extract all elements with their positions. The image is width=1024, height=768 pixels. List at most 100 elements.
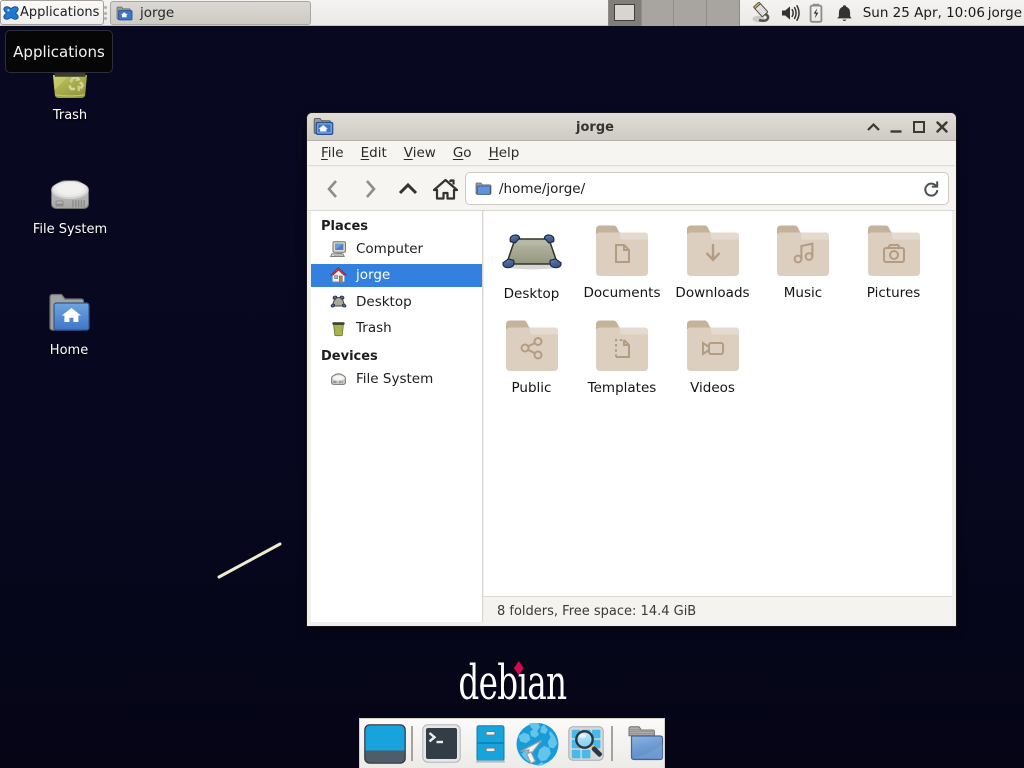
applications-menu-button[interactable]: Applications — [0, 0, 104, 25]
workspace-4[interactable] — [707, 0, 739, 26]
network-cable-tray-icon[interactable] — [751, 0, 773, 26]
file-desktop[interactable]: Desktop — [486, 222, 577, 308]
top-panel: Applications jorge — [0, 0, 1024, 26]
dock-separator — [611, 726, 613, 761]
forward-button[interactable] — [352, 171, 390, 207]
folder-icon — [866, 222, 922, 277]
volume-tray-icon[interactable] — [780, 0, 800, 26]
sidebar-item-desktop[interactable]: Desktop — [311, 289, 482, 315]
sidebar-item-label: Trash — [356, 320, 392, 336]
dock-show-desktop-button[interactable] — [364, 724, 406, 764]
file-view: Desktop Documents Downloads — [484, 211, 952, 596]
file-downloads[interactable]: Downloads — [667, 222, 758, 308]
app-finder-icon — [568, 726, 604, 761]
file-templates[interactable]: Templates — [577, 317, 668, 403]
file-documents[interactable]: Documents — [577, 222, 668, 308]
home-button[interactable] — [427, 171, 465, 207]
tasklist-handle[interactable] — [103, 6, 108, 20]
back-button[interactable] — [314, 171, 352, 207]
file-label: Public — [486, 380, 577, 396]
battery-icon — [809, 3, 823, 23]
clock[interactable]: Sun 25 Apr, 10:06 — [863, 0, 985, 26]
terminal-icon — [422, 724, 461, 763]
dock-separator — [411, 726, 413, 761]
sidebar-item-trash[interactable]: Trash — [311, 315, 482, 341]
close-button[interactable] — [931, 113, 953, 141]
taskbar-window-button[interactable]: jorge — [110, 1, 311, 25]
volume-icon — [780, 4, 800, 22]
sidebar-devices-header: Devices — [311, 341, 482, 366]
dock-web-browser-button[interactable] — [516, 722, 559, 766]
folder-icon — [685, 222, 741, 277]
dock-file-manager-button[interactable] — [476, 725, 505, 763]
sidebar-item-file-system[interactable]: File System — [311, 366, 482, 392]
file-public[interactable]: Public — [486, 317, 577, 403]
folder-icon — [594, 317, 650, 372]
location-text: /home/jorge/ — [499, 181, 585, 197]
maximize-button[interactable] — [908, 113, 930, 141]
workspace-3[interactable] — [674, 0, 707, 26]
sidebar-item-label: File System — [356, 371, 433, 387]
location-folder-icon — [475, 182, 492, 196]
file-pictures[interactable]: Pictures — [848, 222, 939, 308]
debian-wallpaper-logo: debıan — [0, 655, 1024, 711]
file-label: Templates — [577, 380, 668, 396]
folder-icon — [594, 222, 650, 277]
debian-logo-text: debıan — [458, 655, 566, 711]
file-label: Videos — [667, 380, 758, 396]
sidebar-item-label: jorge — [356, 267, 390, 283]
minimize-button[interactable] — [885, 113, 907, 141]
statusbar-text: 8 folders, Free space: 14.4 GiB — [497, 604, 696, 619]
workspace-1[interactable] — [609, 0, 642, 26]
sidebar-places-header: Places — [311, 211, 482, 236]
desktop-icon-filesystem[interactable]: File System — [15, 176, 125, 237]
bell-icon — [836, 4, 853, 23]
workspace-2[interactable] — [642, 0, 675, 26]
file-system-icon — [47, 176, 93, 213]
file-music[interactable]: Music — [758, 222, 849, 308]
panel-user-label[interactable]: jorge — [988, 0, 1022, 26]
xfce-logo-icon — [3, 5, 19, 21]
file-label: Music — [758, 285, 849, 301]
location-bar[interactable]: /home/jorge/ — [465, 172, 949, 205]
window-title: jorge — [307, 113, 883, 141]
notifications-tray-icon[interactable] — [836, 0, 853, 26]
desktop-file-icon — [501, 222, 563, 278]
reload-icon[interactable] — [921, 179, 941, 199]
tooltip-text: Applications — [13, 43, 105, 61]
desktop-icon-home[interactable]: Home — [14, 291, 124, 358]
show-desktop-icon — [364, 724, 406, 764]
sidebar-item-jorge[interactable]: jorge — [311, 262, 482, 288]
menu-help[interactable]: Help — [489, 145, 520, 161]
network-cable-icon — [751, 2, 773, 24]
shade-button[interactable] — [862, 113, 884, 141]
dock-terminal-button[interactable] — [422, 724, 461, 763]
up-button[interactable] — [389, 171, 427, 207]
workspace-switcher — [608, 0, 740, 26]
menubar: File Edit View Go Help — [308, 141, 955, 166]
sidebar: Places Computer jorge — [311, 211, 483, 622]
desktop-place-icon — [330, 293, 347, 310]
menu-file[interactable]: File — [321, 145, 344, 161]
file-videos[interactable]: Videos — [667, 317, 758, 403]
menu-view[interactable]: View — [404, 145, 436, 161]
folder-icon — [775, 222, 831, 277]
dock-app-finder-button[interactable] — [568, 726, 604, 761]
sidebar-item-label: Desktop — [356, 294, 412, 310]
menu-go[interactable]: Go — [453, 145, 472, 161]
dock-panel — [359, 718, 665, 768]
file-cabinet-icon — [476, 725, 505, 763]
battery-tray-icon[interactable] — [809, 0, 823, 26]
menu-edit[interactable]: Edit — [361, 145, 387, 161]
window-titlebar[interactable]: jorge — [307, 113, 956, 141]
sidebar-item-label: Computer — [356, 241, 423, 257]
dock-folder-icon — [626, 725, 664, 762]
desktop-icon-label: File System — [33, 222, 107, 237]
file-label: Pictures — [848, 285, 939, 301]
dock-folder-button[interactable] — [626, 725, 664, 762]
sidebar-item-computer[interactable]: Computer — [311, 236, 482, 262]
home-icon — [330, 267, 347, 284]
toolbar: /home/jorge/ — [308, 167, 955, 211]
home-folder-big-icon — [46, 291, 93, 334]
file-manager-window: jorge File Edit View Go Help — [307, 113, 956, 626]
